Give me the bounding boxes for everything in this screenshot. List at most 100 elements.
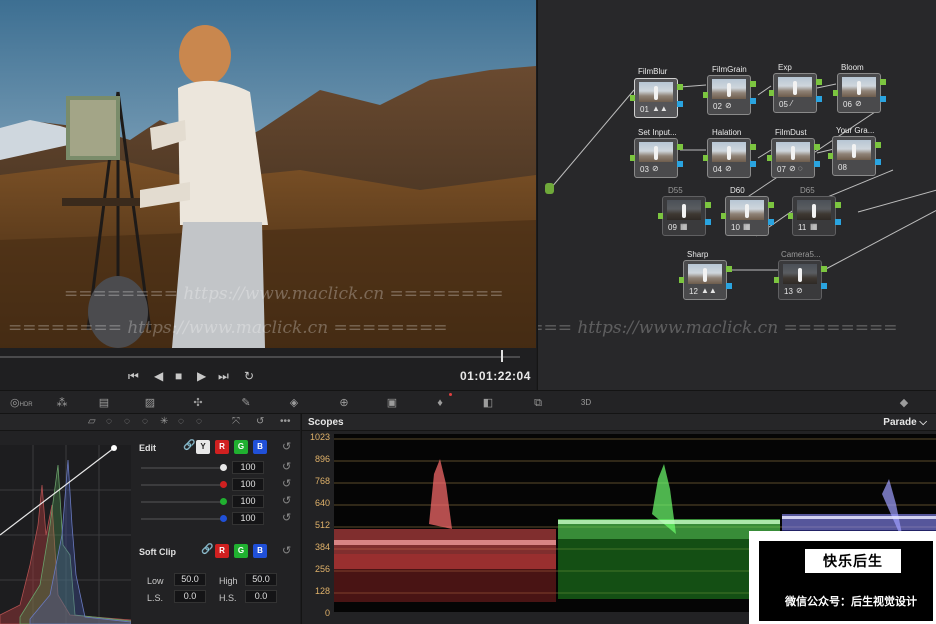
reset-edit-icon[interactable]: ↺ xyxy=(282,440,291,453)
node-output-port[interactable] xyxy=(750,144,756,150)
magic-mask-icon[interactable]: ▣ xyxy=(382,395,402,411)
lum-vs-sat-icon[interactable]: ✳ xyxy=(160,416,168,427)
motion-effects-icon[interactable]: ▤ xyxy=(94,395,114,411)
key-icon[interactable]: ◧ xyxy=(478,395,498,411)
node-key-output-port[interactable] xyxy=(768,219,774,225)
b-intensity-value[interactable]: 100 xyxy=(232,512,264,525)
source-input-node[interactable] xyxy=(545,183,554,194)
low-value[interactable]: 50.0 xyxy=(174,573,206,586)
y-intensity-value[interactable]: 100 xyxy=(232,461,264,474)
node-filmdust[interactable]: 07 ⊘ ◌ xyxy=(767,138,820,178)
slider-knob[interactable] xyxy=(220,498,227,505)
hdr-wheels-icon[interactable]: ◎HDR xyxy=(10,395,33,411)
node-output-port[interactable] xyxy=(677,84,683,90)
channel-b-button[interactable]: B xyxy=(253,440,267,454)
g-intensity-slider[interactable] xyxy=(141,498,227,505)
go-to-start-button[interactable]: ⏮ xyxy=(128,369,139,383)
color-warper-icon[interactable]: ✣ xyxy=(188,395,208,411)
reset-g-icon[interactable]: ↺ xyxy=(282,494,291,507)
b-intensity-slider[interactable] xyxy=(141,515,227,522)
r-intensity-slider[interactable] xyxy=(141,481,227,488)
node-editor[interactable]: FilmBlur 01 ▲▲ FilmGrain 02 ⊘ Exp 05 ⁄ B… xyxy=(537,0,936,390)
node-input-port[interactable] xyxy=(721,213,726,219)
slider-knob[interactable] xyxy=(220,464,227,471)
node-output-port[interactable] xyxy=(875,142,881,148)
node-key-output-port[interactable] xyxy=(750,161,756,167)
stop-button[interactable]: ■ xyxy=(175,369,182,383)
node-key-output-port[interactable] xyxy=(875,159,881,165)
hue-vs-hue-icon[interactable]: ◌ xyxy=(106,416,112,427)
reset-softclip-icon[interactable]: ↺ xyxy=(282,544,291,557)
node-output-port[interactable] xyxy=(750,81,756,87)
node-sharp[interactable]: 12 ▲▲ xyxy=(679,260,732,300)
node-key-output-port[interactable] xyxy=(814,161,820,167)
sizing-icon[interactable]: ⧉ xyxy=(528,395,548,411)
node-output-port[interactable] xyxy=(726,266,732,272)
node-input-port[interactable] xyxy=(828,153,833,159)
node-input-port[interactable] xyxy=(703,155,708,161)
high-value[interactable]: 50.0 xyxy=(245,573,277,586)
node-key-output-port[interactable] xyxy=(677,161,683,167)
node-key-output-port[interactable] xyxy=(677,101,683,107)
ls-value[interactable]: 0.0 xyxy=(174,590,206,603)
node-key-output-port[interactable] xyxy=(880,96,886,102)
reset-b-icon[interactable]: ↺ xyxy=(282,511,291,524)
reverse-play-button[interactable]: ◀ xyxy=(154,369,163,383)
node-output-port[interactable] xyxy=(768,202,774,208)
g-intensity-value[interactable]: 100 xyxy=(232,495,264,508)
node-output-port[interactable] xyxy=(821,266,827,272)
node-input-port[interactable] xyxy=(833,90,838,96)
tracker-icon[interactable]: ⊕ xyxy=(334,395,354,411)
r-intensity-value[interactable]: 100 xyxy=(232,478,264,491)
node-input-port[interactable] xyxy=(658,213,663,219)
softclip-b-button[interactable]: B xyxy=(253,544,267,558)
node-set-input[interactable]: 03 ⊘ xyxy=(630,138,683,178)
node-output-port[interactable] xyxy=(835,202,841,208)
node-camera5[interactable]: 13 ⊘ xyxy=(774,260,827,300)
hue-vs-lum-icon[interactable]: ◌ xyxy=(142,416,148,427)
3d-lut-icon[interactable]: 3D xyxy=(576,395,596,411)
link-icon[interactable]: 🔗 xyxy=(183,440,195,451)
curves-icon[interactable]: ▨ xyxy=(140,395,160,411)
node-key-output-port[interactable] xyxy=(750,98,756,104)
node-output-port[interactable] xyxy=(880,79,886,85)
node-output-port[interactable] xyxy=(816,79,822,85)
timeline-scrubber[interactable] xyxy=(0,356,520,358)
video-viewer[interactable]: ======== https://www.maclick.cn ========… xyxy=(0,0,536,348)
slider-knob[interactable] xyxy=(220,481,227,488)
node-key-output-port[interactable] xyxy=(726,283,732,289)
sat-vs-lum-icon[interactable]: ◌ xyxy=(196,416,202,427)
node-output-port[interactable] xyxy=(677,144,683,150)
reset-curves-icon[interactable]: ↺ xyxy=(256,416,264,427)
node-input-port[interactable] xyxy=(767,155,772,161)
loop-button[interactable]: ↻ xyxy=(244,369,254,383)
expand-icon[interactable]: ⤧ xyxy=(232,416,240,427)
node-output-port[interactable] xyxy=(705,202,711,208)
more-options-icon[interactable]: ••• xyxy=(280,416,291,427)
node-filmblur[interactable]: 01 ▲▲ xyxy=(630,78,683,118)
reset-r-icon[interactable]: ↺ xyxy=(282,477,291,490)
custom-curve-icon[interactable]: ▱ xyxy=(88,416,96,427)
window-icon[interactable]: ◈ xyxy=(284,395,304,411)
hs-value[interactable]: 0.0 xyxy=(245,590,277,603)
node-key-output-port[interactable] xyxy=(816,96,822,102)
scope-mode-dropdown[interactable]: Parade ⌵ xyxy=(883,417,927,428)
node-d60[interactable]: 10 ▦ xyxy=(721,196,774,236)
node-key-output-port[interactable] xyxy=(835,219,841,225)
y-intensity-slider[interactable] xyxy=(141,464,227,471)
node-halation[interactable]: 04 ⊘ xyxy=(703,138,756,178)
node-input-port[interactable] xyxy=(679,277,684,283)
hue-vs-sat-icon[interactable]: ◌ xyxy=(124,416,130,427)
curve-graph[interactable] xyxy=(0,445,132,624)
slider-knob[interactable] xyxy=(220,515,227,522)
node-input-port[interactable] xyxy=(774,277,779,283)
rgb-mixer-icon[interactable]: ⁂ xyxy=(52,395,72,411)
node-key-output-port[interactable] xyxy=(821,283,827,289)
node-d65[interactable]: 11 ▦ xyxy=(788,196,841,236)
node-filmgrain[interactable]: 02 ⊘ xyxy=(703,75,756,115)
node-input-port[interactable] xyxy=(788,213,793,219)
reset-y-icon[interactable]: ↺ xyxy=(282,460,291,473)
node-d55[interactable]: 09 ▦ xyxy=(658,196,711,236)
node-key-output-port[interactable] xyxy=(705,219,711,225)
node-input-port[interactable] xyxy=(630,95,635,101)
